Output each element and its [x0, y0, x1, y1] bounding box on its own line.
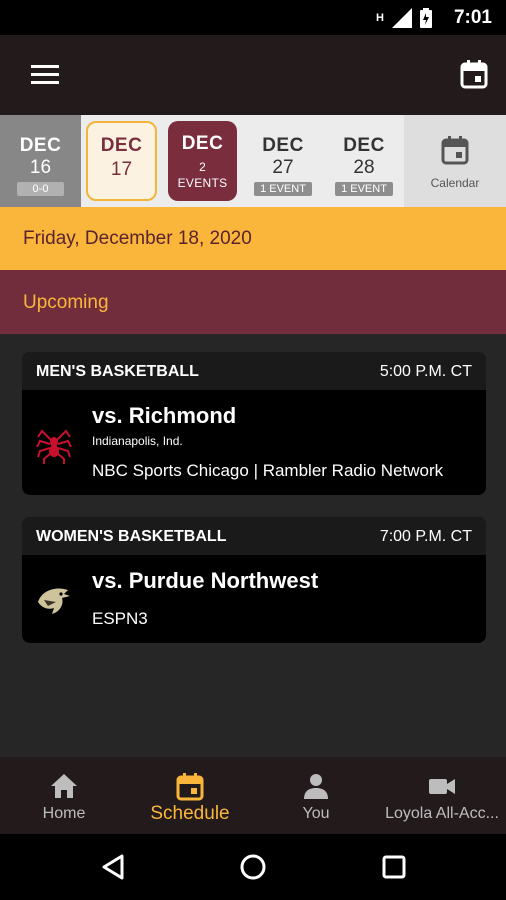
- home-icon: [51, 774, 77, 798]
- date-badge: 1 EVENT: [254, 182, 312, 196]
- date-month: DEC: [343, 135, 385, 156]
- section-title: Upcoming: [23, 292, 109, 313]
- nav-schedule[interactable]: Schedule: [140, 757, 240, 834]
- date-badge: 1 EVENT: [335, 182, 393, 196]
- nav-home[interactable]: Home: [14, 757, 114, 834]
- selected-date-text: Friday, December 18, 2020: [23, 228, 252, 249]
- calendar-icon[interactable]: [460, 59, 488, 89]
- event-location: Indianapolis, Ind.: [92, 434, 183, 448]
- signal-icon: [392, 8, 412, 28]
- person-icon: [304, 774, 328, 799]
- date-day: 27: [272, 157, 294, 178]
- status-bar: H 7:01: [0, 0, 506, 35]
- calendar-icon: [441, 136, 469, 165]
- date-day: 16: [29, 157, 52, 178]
- event-time: 7:00 P.M. CT: [379, 528, 472, 545]
- date-month: DEC: [262, 135, 304, 156]
- video-camera-icon: [429, 779, 455, 794]
- spider-logo-icon: [36, 429, 72, 464]
- status-icons: H: [376, 8, 432, 28]
- nav-label: Loyola All-Acc...: [385, 805, 499, 822]
- nav-you[interactable]: You: [266, 757, 366, 834]
- menu-icon[interactable]: [31, 65, 59, 85]
- date-cell-dec-27[interactable]: DEC 27 1 EVENT: [245, 115, 321, 207]
- date-month: DEC: [19, 135, 62, 156]
- network-type-label: H: [376, 12, 384, 24]
- event-card-header: WOMEN'S BASKETBALL 7:00 P.M. CT: [22, 517, 486, 555]
- hawk-logo-icon: [38, 588, 70, 614]
- recents-icon[interactable]: [381, 854, 407, 880]
- bottom-nav: Home Schedule You Loyola All-Acc...: [0, 757, 506, 834]
- nav-label: Home: [42, 805, 86, 822]
- date-cell-dec-17[interactable]: DEC 17: [86, 121, 157, 201]
- event-card[interactable]: WOMEN'S BASKETBALL 7:00 P.M. CT vs. Purd…: [22, 517, 486, 643]
- date-month: DEC: [100, 135, 143, 156]
- event-time: 5:00 P.M. CT: [379, 363, 472, 380]
- section-header-upcoming: Upcoming: [0, 270, 506, 334]
- date-cell-dec-18-selected[interactable]: DEC 2 EVENTS: [168, 121, 237, 201]
- nav-label: You: [302, 805, 330, 822]
- event-sport: MEN'S BASKETBALL: [36, 363, 199, 380]
- event-broadcast: NBC Sports Chicago | Rambler Radio Netwo…: [92, 461, 444, 480]
- clock: 7:01: [453, 7, 492, 28]
- event-opponent: vs. Purdue Northwest: [92, 568, 319, 593]
- date-strip: DEC 16 0-0 DEC 17 DEC 2 EVENTS DEC 27 1 …: [0, 115, 506, 207]
- event-card-header: MEN'S BASKETBALL 5:00 P.M. CT: [22, 352, 486, 390]
- event-card-body: vs. Purdue Northwest ESPN3: [22, 555, 486, 643]
- event-count: 2: [199, 160, 206, 174]
- selected-date-header: Friday, December 18, 2020: [0, 207, 506, 270]
- back-icon[interactable]: [100, 853, 128, 881]
- nav-loyola-all-access[interactable]: Loyola All-Acc...: [378, 757, 506, 834]
- date-month: DEC: [181, 133, 224, 154]
- date-day: 28: [353, 157, 375, 178]
- event-card-body: vs. Richmond Indianapolis, Ind. NBC Spor…: [22, 390, 486, 495]
- event-card[interactable]: MEN'S BASKETBALL 5:00 P.M. CT vs. Richmo…: [22, 352, 486, 495]
- date-badge: 0-0: [16, 182, 65, 196]
- battery-icon: [420, 8, 432, 28]
- calendar-icon: [176, 773, 204, 801]
- date-cell-dec-28[interactable]: DEC 28 1 EVENT: [326, 115, 402, 207]
- home-circle-icon[interactable]: [239, 853, 267, 881]
- event-broadcast: ESPN3: [92, 609, 148, 628]
- calendar-label: Calendar: [430, 176, 480, 190]
- date-day: 17: [110, 159, 133, 180]
- app-bar: [0, 35, 506, 115]
- date-badge: EVENTS: [177, 176, 228, 190]
- system-nav-bar: [0, 834, 506, 900]
- event-sport: WOMEN'S BASKETBALL: [36, 528, 227, 545]
- event-opponent: vs. Richmond: [92, 403, 237, 428]
- calendar-button[interactable]: Calendar: [404, 115, 506, 207]
- date-cell-dec-16[interactable]: DEC 16 0-0: [0, 115, 81, 207]
- nav-label: Schedule: [150, 803, 230, 824]
